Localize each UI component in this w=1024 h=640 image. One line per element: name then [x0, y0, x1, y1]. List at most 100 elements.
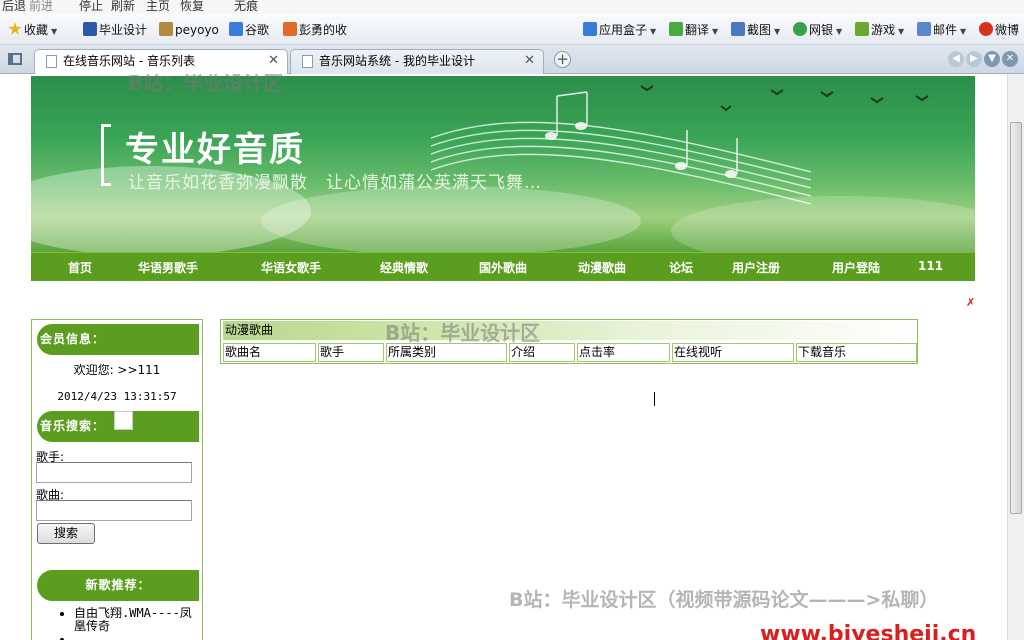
- toolbar-label: 游戏: [871, 23, 896, 37]
- site-banner: 专业好音质 让音乐如花香弥漫飘散 让心情如蒲公英满天飞舞…: [31, 76, 975, 252]
- left-sidebar: 会员信息： 欢迎您: >>111 2012/4/23 13:31:57 音乐搜索…: [31, 319, 203, 640]
- new-songs-heading: 新歌推荐：: [37, 570, 199, 601]
- nav-female-singers[interactable]: 华语女歌手: [261, 259, 321, 276]
- translate-button[interactable]: 翻译 ▼: [669, 21, 718, 39]
- category-title: 动漫歌曲: [223, 321, 915, 340]
- bookmark-peyoyo[interactable]: peyoyo: [159, 21, 219, 39]
- close-icon[interactable]: ✕: [524, 50, 535, 72]
- screenshot-button[interactable]: 截图 ▼: [731, 21, 780, 39]
- page-icon: [159, 22, 173, 36]
- member-info-heading: 会员信息：: [37, 324, 199, 355]
- site-url-watermark: www.biyesheji.cn: [760, 622, 977, 640]
- column-download: 下载音乐: [796, 343, 917, 362]
- favorites-menu[interactable]: 收藏 ▼: [8, 21, 57, 39]
- tab-close-all-icon[interactable]: ✕: [1002, 51, 1018, 67]
- app-box-button[interactable]: 应用盒子 ▼: [583, 21, 656, 39]
- favorites-bar: 收藏 ▼ 毕业设计 peyoyo 谷歌 彭勇的收 应用盒子 ▼ 翻译 ▼ 截图 ▼ 网银…: [0, 14, 1024, 45]
- banner-subslogan: 让音乐如花香弥漫飘散 让心情如蒲公英满天飞舞…: [128, 173, 542, 193]
- forward-button[interactable]: 前进: [29, 0, 53, 13]
- bookmark-biyesheji[interactable]: 毕业设计: [83, 21, 147, 39]
- page-icon: [302, 55, 313, 68]
- column-listen-online: 在线视听: [672, 343, 794, 362]
- weibo-button[interactable]: 微博: [979, 21, 1019, 39]
- home-button[interactable]: 主页: [146, 0, 170, 13]
- watermark: B站：毕业设计区: [385, 321, 541, 345]
- google-icon: [229, 22, 243, 36]
- nav-love-songs[interactable]: 经典情歌: [380, 259, 428, 276]
- tab-list-icon[interactable]: ▼: [984, 51, 1000, 67]
- chevron-down-icon: ▼: [836, 27, 843, 36]
- tab-scroll-left-icon[interactable]: ◀: [948, 51, 964, 67]
- netbank-button[interactable]: 网银 ▼: [793, 21, 842, 39]
- search-button[interactable]: 搜索: [37, 523, 95, 544]
- toolbar-label: 截图: [747, 23, 772, 37]
- sidebar-toggle-icon[interactable]: [8, 53, 22, 65]
- tab-music-list[interactable]: 在线音乐网站 - 音乐列表 ✕: [34, 49, 288, 75]
- music-search-heading: 音乐搜索：: [37, 411, 199, 442]
- tab-title: 在线音乐网站 - 音乐列表: [63, 54, 195, 68]
- nav-home[interactable]: 首页: [68, 259, 92, 276]
- new-tab-button[interactable]: +: [554, 51, 571, 68]
- close-icon[interactable]: ✕: [268, 50, 279, 72]
- banner-slogan: 专业好音质: [125, 130, 305, 170]
- incognito-button[interactable]: 无痕: [234, 0, 258, 13]
- bookmark-label: 谷歌: [245, 23, 270, 37]
- back-button[interactable]: 后退: [2, 0, 26, 13]
- chevron-down-icon: ▼: [960, 27, 967, 36]
- chevron-down-icon: ▼: [774, 27, 781, 36]
- nav-foreign-songs[interactable]: 国外歌曲: [479, 259, 527, 276]
- bookmark-icon: [83, 22, 97, 36]
- browser-menu-bar: 后退 前进 停止 刷新 主页 恢复 无痕: [0, 0, 1024, 14]
- main-navigation: 首页 华语男歌手 华语女歌手 经典情歌 国外歌曲 动漫歌曲 论坛 用户注册 用户…: [31, 252, 975, 281]
- refresh-button[interactable]: 刷新: [111, 0, 135, 13]
- page-icon: [283, 22, 297, 36]
- chevron-down-icon: ▼: [712, 27, 719, 36]
- nav-forum[interactable]: 论坛: [669, 259, 693, 276]
- chevron-down-icon: ▼: [898, 27, 905, 36]
- watermark: B站：毕业设计区（视频带源码论文———>私聊）: [509, 589, 939, 611]
- translate-icon: [669, 22, 683, 36]
- mail-button[interactable]: 邮件 ▼: [917, 21, 966, 39]
- text-cursor-icon: [654, 392, 655, 406]
- nav-login[interactable]: 用户登陆: [832, 259, 880, 276]
- tab-scroll-right-icon[interactable]: ▶: [966, 51, 982, 67]
- page-viewport: 专业好音质 让音乐如花香弥漫飘散 让心情如蒲公英满天飞舞… 首页 华语男歌手 华…: [0, 74, 1024, 640]
- screenshot-icon: [731, 22, 745, 36]
- song-list-panel: 动漫歌曲 歌曲名 歌手 所属类别 介绍 点击率 在线视听 下载音乐: [220, 319, 918, 364]
- toolbar-label: 网银: [809, 23, 834, 37]
- column-song-name: 歌曲名: [223, 343, 316, 362]
- bookmark-label: peyoyo: [175, 23, 219, 37]
- bookmark-google[interactable]: 谷歌: [229, 21, 269, 39]
- new-song-item[interactable]: [74, 633, 202, 640]
- bookmark-label: 彭勇的收: [299, 23, 348, 37]
- vertical-scrollbar[interactable]: [1007, 74, 1024, 640]
- box-icon: [583, 22, 597, 36]
- column-clicks: 点击率: [577, 343, 670, 362]
- restore-button[interactable]: 恢复: [180, 0, 204, 13]
- music-search-title: 音乐搜索：: [40, 419, 106, 433]
- singer-input[interactable]: [36, 462, 192, 483]
- star-icon: [8, 22, 22, 35]
- nav-username[interactable]: 111: [918, 259, 943, 273]
- red-mark-icon: ✗: [966, 296, 976, 309]
- watermark: B站：毕业设计区: [128, 74, 284, 95]
- chevron-down-icon: ▼: [51, 27, 58, 36]
- welcome-text: 欢迎您: >>111: [73, 363, 161, 377]
- tab-graduation-design[interactable]: 音乐网站系统 - 我的毕业设计 ✕: [290, 49, 544, 74]
- game-icon: [855, 22, 869, 36]
- song-input[interactable]: [36, 500, 192, 521]
- nav-anime-songs[interactable]: 动漫歌曲: [578, 259, 626, 276]
- bookmark-pengyong[interactable]: 彭勇的收: [283, 21, 347, 39]
- stop-button[interactable]: 停止: [79, 0, 103, 13]
- favorites-label: 收藏: [24, 23, 49, 37]
- scrollbar-thumb[interactable]: [1010, 122, 1022, 514]
- new-song-item[interactable]: 自由飞翔.WMA----凤凰传奇: [74, 607, 202, 633]
- tab-bar: 在线音乐网站 - 音乐列表 ✕ 音乐网站系统 - 我的毕业设计 ✕ + ◀ ▶ …: [0, 45, 1024, 75]
- datetime-text: 2012/4/23 13:31:57: [57, 390, 177, 403]
- slogan-bracket: [101, 124, 111, 186]
- toolbar-label: 微博: [995, 23, 1020, 37]
- bookmark-label: 毕业设计: [99, 23, 148, 37]
- nav-register[interactable]: 用户注册: [732, 259, 780, 276]
- games-button[interactable]: 游戏 ▼: [855, 21, 904, 39]
- nav-male-singers[interactable]: 华语男歌手: [138, 259, 198, 276]
